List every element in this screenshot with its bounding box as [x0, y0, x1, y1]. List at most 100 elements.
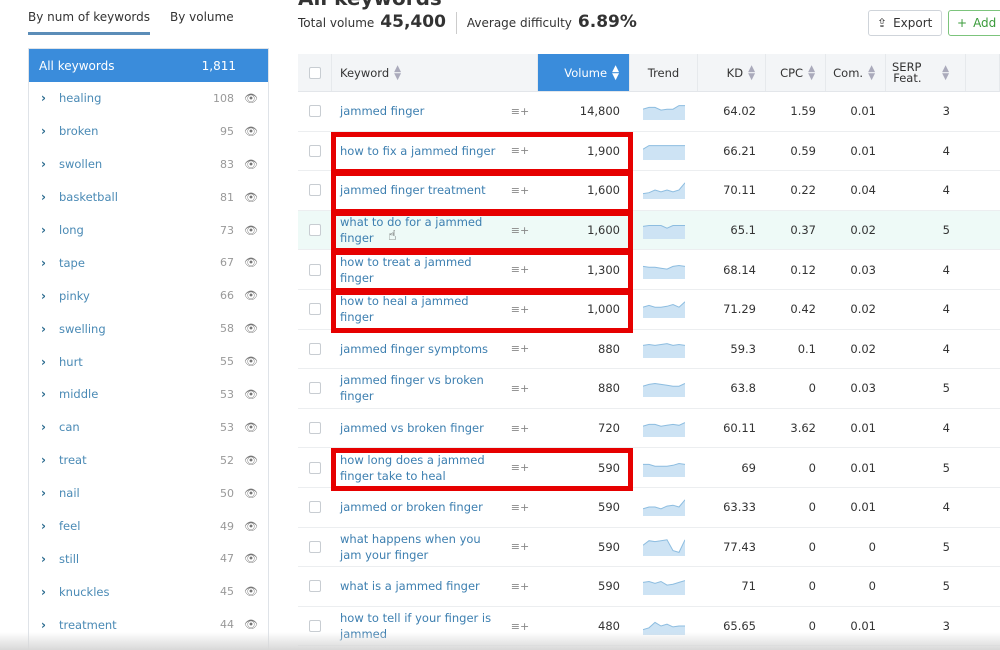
- row-checkbox[interactable]: [309, 263, 321, 276]
- row-checkbox[interactable]: [309, 580, 321, 593]
- chevron-right-icon[interactable]: ›: [41, 190, 59, 204]
- add-to-list-icon[interactable]: ≡+: [502, 144, 538, 157]
- row-checkbox[interactable]: [309, 224, 321, 237]
- eye-icon[interactable]: 👁: [244, 487, 258, 500]
- row-checkbox[interactable]: [309, 620, 321, 633]
- chevron-right-icon[interactable]: ›: [41, 453, 59, 467]
- add-to-list-icon[interactable]: ≡+: [502, 461, 538, 474]
- add-to-list-icon[interactable]: ≡+: [502, 620, 538, 633]
- group-item-feel[interactable]: › feel 49 👁: [29, 510, 268, 543]
- eye-icon[interactable]: 👁: [244, 552, 258, 565]
- keyword-link[interactable]: what is a jammed finger: [332, 578, 502, 594]
- group-item-can[interactable]: › can 53 👁: [29, 411, 268, 444]
- chevron-right-icon[interactable]: ›: [41, 420, 59, 434]
- eye-icon[interactable]: 👁: [244, 256, 258, 269]
- group-item-nail[interactable]: › nail 50 👁: [29, 477, 268, 510]
- add-to-list-icon[interactable]: ≡+: [502, 224, 538, 237]
- chevron-right-icon[interactable]: ›: [41, 322, 59, 336]
- row-checkbox[interactable]: [309, 342, 321, 355]
- eye-icon[interactable]: 👁: [244, 454, 258, 467]
- group-item-treat[interactable]: › treat 52 👁: [29, 444, 268, 477]
- keyword-link[interactable]: jammed finger treatment: [332, 182, 502, 198]
- add-to-list-icon[interactable]: ≡+: [502, 342, 538, 355]
- eye-icon[interactable]: 👁: [244, 585, 258, 598]
- keyword-link[interactable]: jammed finger symptoms: [332, 341, 502, 357]
- row-checkbox[interactable]: [309, 422, 321, 435]
- col-keyword[interactable]: Keyword ▲ ▼: [332, 54, 538, 91]
- chevron-right-icon[interactable]: ›: [41, 585, 59, 599]
- chevron-right-icon[interactable]: ›: [41, 552, 59, 566]
- keyword-link[interactable]: jammed or broken finger: [332, 499, 502, 515]
- add-to-list-button[interactable]: + Add t: [948, 10, 1000, 36]
- group-item-treatment[interactable]: › treatment 44 👁: [29, 608, 268, 641]
- keyword-link[interactable]: jammed finger: [332, 103, 502, 119]
- eye-icon[interactable]: 👁: [244, 618, 258, 631]
- chevron-right-icon[interactable]: ›: [41, 618, 59, 632]
- row-checkbox[interactable]: [309, 382, 321, 395]
- chevron-right-icon[interactable]: ›: [41, 223, 59, 237]
- col-serp[interactable]: SERP Feat. ▲ ▼: [886, 54, 966, 91]
- keyword-link[interactable]: jammed vs broken finger: [332, 420, 502, 436]
- keyword-link[interactable]: how to fix a jammed finger: [332, 143, 502, 159]
- group-item-hurt[interactable]: › hurt 55 👁: [29, 345, 268, 378]
- add-to-list-icon[interactable]: ≡+: [502, 382, 538, 395]
- keyword-link[interactable]: jammed finger vs broken finger: [332, 372, 502, 404]
- tab-by-num-keywords[interactable]: By num of keywords: [28, 10, 150, 35]
- eye-icon[interactable]: 👁: [244, 191, 258, 204]
- chevron-right-icon[interactable]: ›: [41, 387, 59, 401]
- chevron-right-icon[interactable]: ›: [41, 519, 59, 533]
- add-to-list-icon[interactable]: ≡+: [502, 303, 538, 316]
- keyword-link[interactable]: what happens when you jam your finger: [332, 531, 502, 563]
- eye-icon[interactable]: 👁: [244, 520, 258, 533]
- group-item-swelling[interactable]: › swelling 58 👁: [29, 312, 268, 345]
- chevron-right-icon[interactable]: ›: [41, 256, 59, 270]
- row-checkbox[interactable]: [309, 144, 321, 157]
- keyword-link[interactable]: how to treat a jammed finger: [332, 254, 502, 286]
- add-to-list-icon[interactable]: ≡+: [502, 184, 538, 197]
- col-com[interactable]: Com. ▲ ▼: [826, 54, 886, 91]
- chevron-right-icon[interactable]: ›: [41, 355, 59, 369]
- add-to-list-icon[interactable]: ≡+: [502, 501, 538, 514]
- group-item-knuckles[interactable]: › knuckles 45 👁: [29, 575, 268, 608]
- chevron-right-icon[interactable]: ›: [41, 157, 59, 171]
- add-to-list-icon[interactable]: ≡+: [502, 263, 538, 276]
- add-to-list-icon[interactable]: ≡+: [502, 422, 538, 435]
- row-checkbox[interactable]: [309, 105, 321, 118]
- eye-icon[interactable]: 👁: [244, 92, 258, 105]
- keyword-link[interactable]: how long does a jammed finger take to he…: [332, 452, 502, 484]
- chevron-right-icon[interactable]: ›: [41, 91, 59, 105]
- eye-icon[interactable]: 👁: [244, 224, 258, 237]
- group-item-long[interactable]: › long 73 👁: [29, 214, 268, 247]
- eye-icon[interactable]: 👁: [244, 289, 258, 302]
- keyword-link[interactable]: how to heal a jammed finger: [332, 293, 502, 325]
- add-to-list-icon[interactable]: ≡+: [502, 540, 538, 553]
- chevron-right-icon[interactable]: ›: [41, 486, 59, 500]
- eye-icon[interactable]: 👁: [244, 125, 258, 138]
- eye-icon[interactable]: 👁: [244, 355, 258, 368]
- select-all-checkbox[interactable]: [308, 66, 321, 79]
- row-checkbox[interactable]: [309, 184, 321, 197]
- group-item-still[interactable]: › still 47 👁: [29, 542, 268, 575]
- group-item-basketball[interactable]: › basketball 81 👁: [29, 181, 268, 214]
- keyword-link[interactable]: what to do for a jammed finger: [332, 214, 502, 246]
- group-item-pinky[interactable]: › pinky 66 👁: [29, 279, 268, 312]
- row-checkbox[interactable]: [309, 303, 321, 316]
- group-item-tape[interactable]: › tape 67 👁: [29, 246, 268, 279]
- chevron-right-icon[interactable]: ›: [41, 289, 59, 303]
- group-item-healing[interactable]: › healing 108 👁: [29, 82, 268, 115]
- eye-icon[interactable]: 👁: [244, 158, 258, 171]
- export-button[interactable]: ⇪ Export: [868, 10, 942, 36]
- col-cpc[interactable]: CPC ▲ ▼: [766, 54, 826, 91]
- group-item-middle[interactable]: › middle 53 👁: [29, 378, 268, 411]
- add-to-list-icon[interactable]: ≡+: [502, 105, 538, 118]
- eye-icon[interactable]: 👁: [244, 388, 258, 401]
- col-volume[interactable]: Volume ▲ ▼: [538, 54, 630, 91]
- group-item-swollen[interactable]: › swollen 83 👁: [29, 148, 268, 181]
- eye-icon[interactable]: 👁: [244, 322, 258, 335]
- row-checkbox[interactable]: [309, 461, 321, 474]
- col-kd[interactable]: KD ▲ ▼: [698, 54, 766, 91]
- all-keywords-item[interactable]: All keywords 1,811: [29, 49, 268, 82]
- group-item-broken[interactable]: › broken 95 👁: [29, 115, 268, 148]
- keyword-link[interactable]: how to tell if your finger is jammed: [332, 610, 502, 642]
- chevron-right-icon[interactable]: ›: [41, 124, 59, 138]
